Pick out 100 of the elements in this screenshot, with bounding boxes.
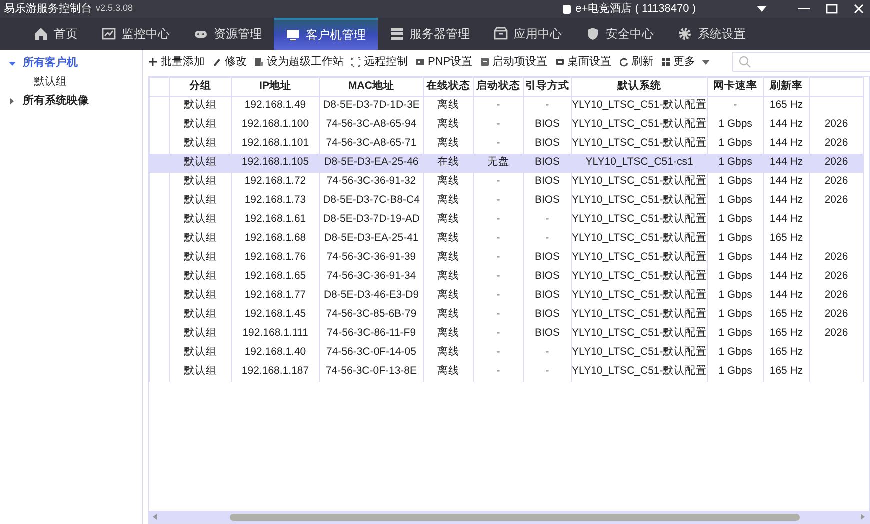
table-cell: YLY10_LTSC_C51-cs1 <box>586 156 694 168</box>
table-cell: 74-56-3C-86-11-F9 <box>326 327 416 340</box>
table-row[interactable]: 默认组 192.168.1.73 D8-5E-D3-7C-B8-C4 离线 - BIOS YLY10_LTSC_C51-默认配置 1 Gbps 144 Hz 2026 <box>150 192 864 210</box>
horizontal-scrollbar[interactable] <box>149 511 869 523</box>
table-cell: 离线 <box>438 118 460 130</box>
search-field[interactable] <box>732 52 870 72</box>
nav-tab[interactable]: 监控中心 <box>90 18 182 50</box>
table-cell: BIOS <box>534 156 560 168</box>
table-cell: 在线 <box>438 156 460 168</box>
column-header[interactable]: IP地址 <box>232 78 320 96</box>
expand-caret-icon[interactable] <box>9 60 16 67</box>
scrollbar-thumb[interactable] <box>230 514 800 520</box>
toolbar-button[interactable]: 批量添加 <box>148 54 205 70</box>
table-cell: - <box>546 365 550 378</box>
maximize-icon[interactable] <box>826 4 838 14</box>
nav-tab[interactable]: 资源管理 <box>182 18 274 50</box>
table-cell: YLY10_LTSC_C51-默认配置 <box>572 175 708 188</box>
table-row[interactable]: 默认组 192.168.1.101 74-56-3C-A8-65-71 离线 - BIOS YLY10_LTSC_C51-默认配置 1 Gbps 144 Hz 2026 <box>150 134 864 154</box>
table-cell: BIOS <box>534 251 560 264</box>
nav-tab[interactable]: 安全中心 <box>574 18 666 50</box>
window-title: 易乐游服务控制台 <box>4 2 92 17</box>
table-cell: - <box>496 308 500 320</box>
nav-tab[interactable]: 服务器管理 <box>378 18 482 50</box>
table-cell: 离线 <box>438 232 460 244</box>
table-row[interactable]: 默认组 192.168.1.61 D8-5E-D3-7D-19-AD 离线 - - YLY10_LTSC_C51-默认配置 1 Gbps 144 Hz <box>150 210 864 230</box>
caret-icon <box>702 60 710 64</box>
tree-item[interactable]: 所有系统映像 <box>23 93 89 110</box>
table-cell: 离线 <box>438 175 460 188</box>
table-row[interactable]: 默认组 192.168.1.77 D8-5E-D3-46-E3-D9 离线 - BIOS YLY10_LTSC_C51-默认配置 1 Gbps 144 Hz 2026 <box>150 286 864 306</box>
table-cell: YLY10_LTSC_C51-默认配置 <box>572 289 708 302</box>
table-cell: 192.168.1.100 <box>242 118 310 130</box>
nav-tab[interactable]: 客户机管理 <box>274 18 378 50</box>
table-cell: 默认组 <box>184 289 217 302</box>
table-cell: 1 Gbps <box>718 156 752 168</box>
table-cell: D8-5E-D3-EA-25-41 <box>324 232 419 244</box>
table-row[interactable]: 默认组 192.168.1.76 74-56-3C-36-91-39 离线 - BIOS YLY10_LTSC_C51-默认配置 1 Gbps 144 Hz 2026 <box>150 248 864 268</box>
toolbar-button[interactable]: 更多 <box>660 54 710 70</box>
table-cell: BIOS <box>534 289 560 302</box>
toolbar-button[interactable]: 启动项设置 <box>480 54 548 70</box>
table-row[interactable]: 默认组 192.168.1.40 74-56-3C-0F-14-05 离线 - - YLY10_LTSC_C51-默认配置 1 Gbps 165 Hz <box>150 344 864 362</box>
table-row[interactable]: 默认组 192.168.1.111 74-56-3C-86-11-F9 离线 - BIOS YLY10_LTSC_C51-默认配置 1 Gbps 165 Hz 2026 <box>150 324 864 344</box>
table-cell: 2026 <box>824 270 848 282</box>
version-label: v2.5.3.08 <box>96 2 134 16</box>
collapse-caret-icon[interactable] <box>9 98 16 105</box>
toolbar-button[interactable]: 远程控制 <box>351 54 408 70</box>
table-cell: 144 Hz <box>770 251 804 264</box>
toolbar-button[interactable]: 桌面设置 <box>554 54 612 70</box>
table-row[interactable]: 默认组 192.168.1.72 74-56-3C-36-91-32 离线 - BIOS YLY10_LTSC_C51-默认配置 1 Gbps 144 Hz 2026 <box>150 172 864 192</box>
table-cell: 离线 <box>438 327 460 340</box>
toolbar-button[interactable]: 设为超级工作站 <box>254 54 344 70</box>
dropdown-icon[interactable] <box>756 5 768 13</box>
table-row[interactable]: 默认组 192.168.1.187 74-56-3C-0F-13-8E 离线 - - YLY10_LTSC_C51-默认配置 1 Gbps 165 Hz <box>150 362 864 382</box>
table-cell: 74-56-3C-A8-65-94 <box>326 118 417 130</box>
table-cell: - <box>496 270 500 282</box>
table-cell: 192.168.1.101 <box>242 137 310 150</box>
close-icon[interactable] <box>854 4 864 14</box>
table-row[interactable]: 默认组 192.168.1.45 74-56-3C-85-6B-79 离线 - BIOS YLY10_LTSC_C51-默认配置 1 Gbps 165 Hz 2026 <box>150 306 864 324</box>
table-row[interactable]: 默认组 192.168.1.68 D8-5E-D3-EA-25-41 离线 - - YLY10_LTSC_C51-默认配置 1 Gbps 165 Hz <box>150 230 864 248</box>
toolbar-button[interactable]: 修改 <box>212 54 247 70</box>
nav-tab[interactable]: 首页 <box>22 18 90 50</box>
table-cell: 165 Hz <box>770 365 804 378</box>
table-row[interactable]: 默认组 192.168.1.100 74-56-3C-A8-65-94 离线 - BIOS YLY10_LTSC_C51-默认配置 1 Gbps 144 Hz 2026 <box>150 116 864 134</box>
table-row[interactable]: 默认组 192.168.1.65 74-56-3C-36-91-34 离线 - BIOS YLY10_LTSC_C51-默认配置 1 Gbps 144 Hz 2026 <box>150 268 864 286</box>
table-row[interactable]: 默认组 192.168.1.49 D8-5E-D3-7D-1D-3E 离线 - - YLY10_LTSC_C51-默认配置 - 165 Hz <box>150 96 864 116</box>
nav-tab[interactable]: 系统设置 <box>666 18 758 50</box>
nav-tab[interactable]: 应用中心 <box>482 18 574 50</box>
table-cell: 1 Gbps <box>718 194 752 206</box>
table-cell: 192.168.1.111 <box>242 327 308 340</box>
table-cell: 192.168.1.187 <box>242 365 310 378</box>
table-cell: 192.168.1.40 <box>244 346 306 358</box>
table-cell: 144 Hz <box>770 156 804 168</box>
column-header[interactable]: MAC地址 <box>320 78 424 96</box>
grid-icon <box>660 57 671 67</box>
table-cell: 离线 <box>438 289 460 302</box>
pencil-icon <box>212 57 222 67</box>
tree-item[interactable]: 所有客户机 <box>23 55 78 72</box>
table-cell: YLY10_LTSC_C51-默认配置 <box>572 213 708 226</box>
table-cell: 1 Gbps <box>718 175 752 188</box>
table-cell: 默认组 <box>184 308 217 320</box>
table-cell: 144 Hz <box>770 175 804 188</box>
search-icon <box>739 56 751 68</box>
chart-icon <box>102 27 116 41</box>
table-cell: YLY10_LTSC_C51-默认配置 <box>572 118 708 130</box>
table-cell: 2026 <box>824 118 848 130</box>
tree-item[interactable]: 默认组 <box>0 73 142 92</box>
table-cell: 默认组 <box>184 156 217 168</box>
table-cell: 离线 <box>438 251 460 264</box>
table-cell: YLY10_LTSC_C51-默认配置 <box>572 232 708 244</box>
table-cell: 192.168.1.65 <box>244 270 306 282</box>
column-header[interactable]: 默认系统 <box>572 78 708 96</box>
toolbar-button[interactable]: PNP设置 <box>415 54 473 70</box>
table-cell: 默认组 <box>184 137 217 150</box>
table-cell: 1 Gbps <box>718 232 752 244</box>
table-cell: 165 Hz <box>770 346 804 358</box>
table-cell: 165 Hz <box>770 308 804 320</box>
toolbar-button[interactable]: 刷新 <box>618 54 654 70</box>
table-cell: BIOS <box>534 137 560 150</box>
table-cell: - <box>496 327 500 340</box>
table-cell: 192.168.1.73 <box>244 194 306 206</box>
table-row[interactable]: 默认组 192.168.1.105 D8-5E-D3-EA-25-46 在线 无盘 BIOS YLY10_LTSC_C51-cs1 1 Gbps 144 Hz 2026 <box>150 154 864 172</box>
